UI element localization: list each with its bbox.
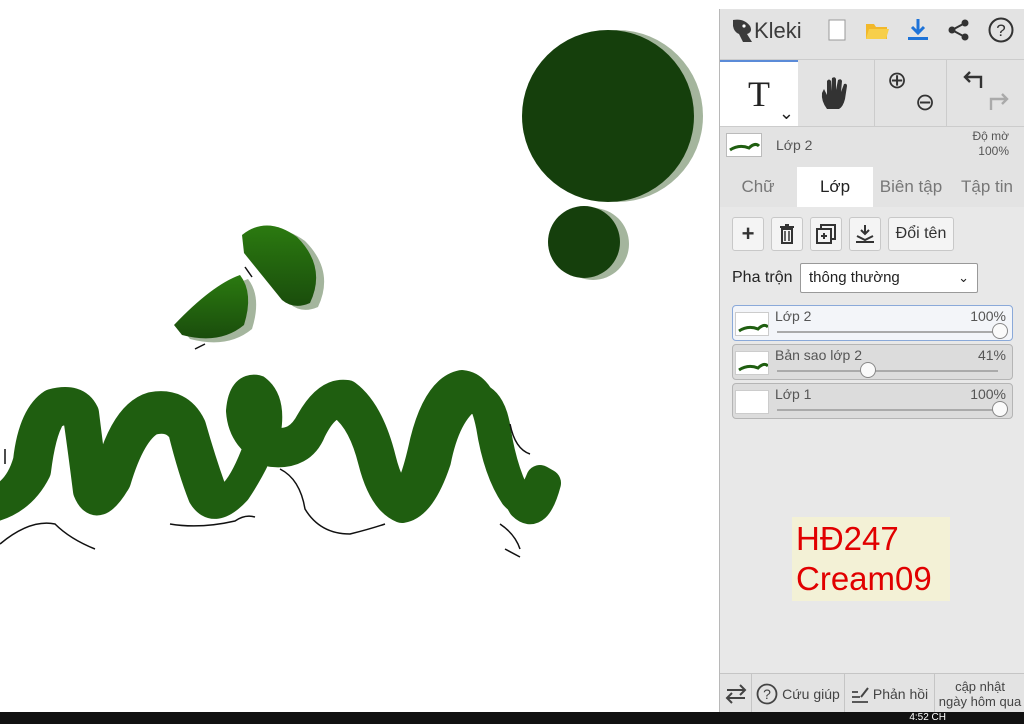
help-button[interactable]: ? Cứu giúp (752, 674, 845, 713)
swap-sides-button[interactable] (720, 674, 752, 713)
redo-icon[interactable] (987, 90, 1011, 114)
feedback-label: Phản hồi (872, 685, 929, 702)
layer-thumbnail (735, 351, 769, 375)
taskbar-clock: 4:52 CH (909, 712, 946, 723)
merge-down-button[interactable] (849, 217, 881, 251)
kleki-bird-icon (733, 19, 752, 42)
download-icon[interactable] (903, 15, 933, 45)
layer-opacity: 100% (970, 386, 1006, 402)
tool-row: T ⌄ ⊕ ⊖ (720, 59, 1024, 127)
text-tool-label: T (748, 74, 770, 114)
text-tool[interactable]: T ⌄ (720, 60, 798, 126)
current-layer-header: Lớp 2 Độ mờ 100% (720, 127, 1024, 163)
tab-file[interactable]: Tập tin (949, 167, 1024, 207)
watermark-line1: HĐ247 (796, 520, 899, 557)
accent-marks (174, 225, 325, 343)
zoom-out-icon[interactable]: ⊖ (915, 88, 935, 117)
layer-thumbnail (735, 390, 769, 414)
layer-name: Lớp 2 (775, 308, 812, 324)
blend-mode-label: Pha trộn (732, 269, 793, 286)
rename-layer-button[interactable]: Đổi tên (888, 217, 954, 251)
duplicate-layer-button[interactable] (810, 217, 842, 251)
opacity-slider-track[interactable] (777, 370, 998, 372)
zoom-in-icon[interactable]: ⊕ (887, 66, 907, 95)
blend-mode-value: thông thường (809, 269, 900, 286)
tab-layers[interactable]: Lớp (797, 167, 873, 207)
opacity-label: Độ mờ (972, 129, 1009, 143)
tab-edit[interactable]: Biên tập (873, 167, 949, 207)
share-icon[interactable] (944, 15, 974, 45)
layer-thumbnail (735, 312, 769, 336)
trash-icon (780, 224, 794, 244)
merge-down-icon (856, 225, 874, 243)
watermark: HĐ247 Cream09 (792, 517, 950, 601)
add-layer-button[interactable]: + (732, 217, 764, 251)
help-label: Cứu giúp (782, 685, 840, 702)
current-layer-thumbnail (726, 133, 762, 157)
layers-panel: + Đổi tên Pha trộn thông thường ⌄ Lớp 2 1… (720, 207, 1024, 677)
chevron-down-icon: ⌄ (958, 270, 969, 285)
undo-icon[interactable] (961, 68, 985, 92)
delete-layer-button[interactable] (771, 217, 803, 251)
small-circle (548, 206, 620, 278)
current-layer-name: Lớp 2 (776, 137, 813, 153)
new-file-icon[interactable] (822, 15, 852, 45)
app-name: Kleki (754, 18, 802, 43)
drawing-canvas[interactable] (0, 9, 719, 712)
taskbar: 4:52 CH (0, 712, 1024, 724)
lettering (0, 370, 561, 525)
update-line1: cập nhật (955, 678, 1005, 694)
chevron-down-icon[interactable]: ⌄ (779, 103, 794, 124)
panel-tabs: Chữ Lớp Biên tập Tập tin (720, 167, 1024, 207)
help-icon[interactable]: ? (986, 15, 1016, 45)
layer-item[interactable]: Bản sao lớp 2 41% (732, 344, 1013, 380)
opacity-value: 100% (978, 144, 1009, 158)
svg-text:?: ? (763, 686, 771, 702)
opacity-slider-track[interactable] (777, 409, 998, 411)
history-controls (946, 60, 1024, 126)
layer-item[interactable]: Lớp 2 100% (732, 305, 1013, 341)
blend-mode-select[interactable]: thông thường ⌄ (800, 263, 978, 293)
artwork (0, 30, 703, 558)
tab-text[interactable]: Chữ (720, 167, 796, 207)
opacity-slider-handle[interactable] (992, 401, 1008, 417)
layer-name: Bản sao lớp 2 (775, 347, 863, 363)
plus-icon: + (741, 221, 755, 246)
feedback-icon (851, 686, 869, 703)
swap-icon (725, 683, 746, 704)
update-line2: ngày hôm qua (938, 693, 1022, 709)
feedback-button[interactable]: Phản hồi (845, 674, 935, 713)
kleki-logo[interactable]: Kleki (730, 15, 802, 47)
opacity-slider-handle[interactable] (860, 362, 877, 378)
svg-text:?: ? (996, 21, 1005, 40)
layer-item[interactable]: Lớp 1 100% (732, 383, 1013, 419)
layer-opacity: 41% (977, 347, 1006, 363)
bottom-bar: ? Cứu giúp Phản hồi cập nhật ngày hôm qu… (720, 673, 1024, 713)
hand-tool[interactable] (798, 60, 874, 126)
folder-icon[interactable] (862, 15, 892, 45)
side-panel: Kleki ? T ⌄ ⊕ ⊖ Lớp 2 Độ mờ 100% Chữ Lớp… (719, 9, 1024, 713)
duplicate-icon (816, 224, 836, 244)
watermark-line2: Cream09 (796, 560, 932, 597)
help-icon: ? (756, 683, 778, 704)
zoom-controls: ⊕ ⊖ (874, 60, 947, 126)
hand-icon (821, 77, 847, 109)
opacity-slider-track[interactable] (777, 331, 998, 333)
layer-name: Lớp 1 (775, 386, 812, 402)
changelog-button[interactable]: cập nhật ngày hôm qua (935, 674, 1024, 713)
layer-opacity: 100% (970, 308, 1006, 324)
opacity-slider-handle[interactable] (992, 323, 1008, 339)
large-circle (522, 30, 694, 202)
